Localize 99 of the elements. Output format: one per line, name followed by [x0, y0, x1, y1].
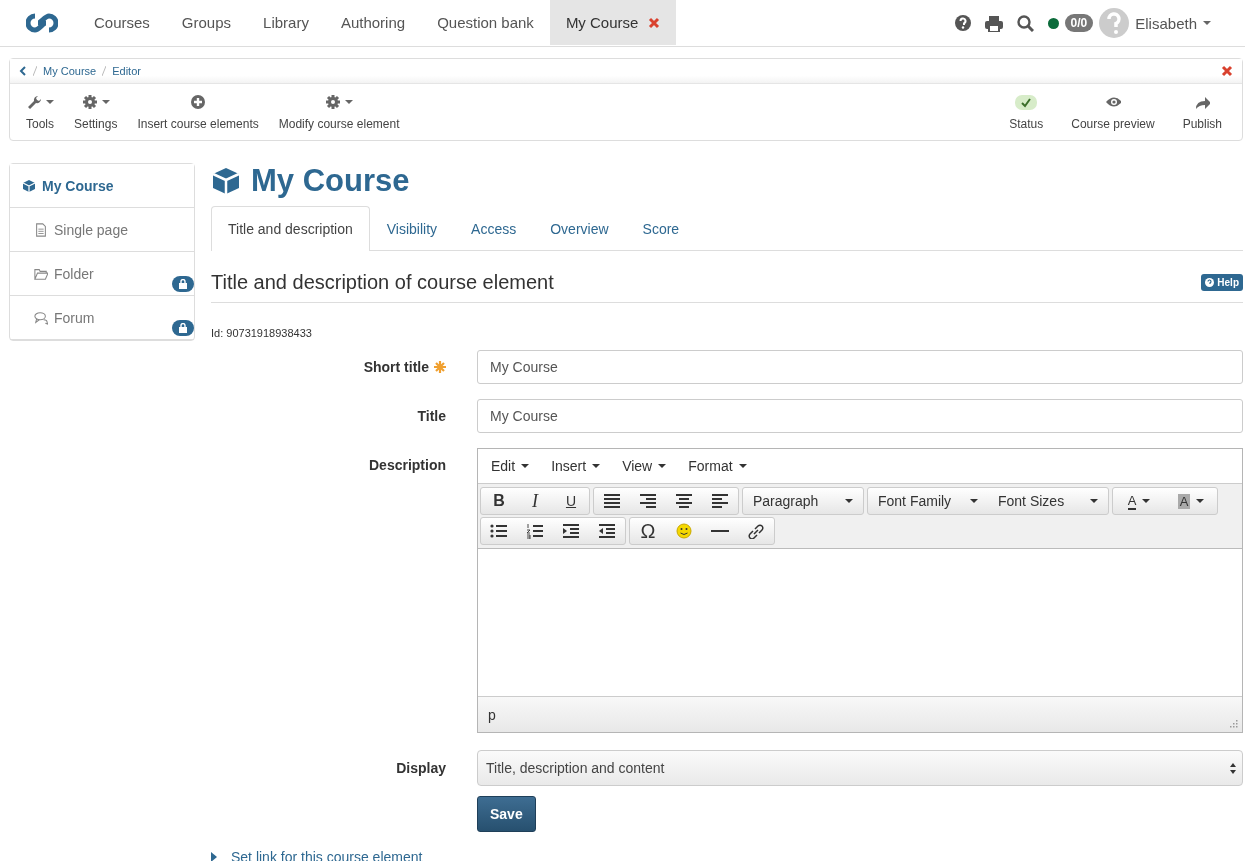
caret-icon — [1203, 21, 1211, 25]
check-icon — [1015, 94, 1038, 110]
omega-button[interactable]: Ω — [630, 518, 666, 544]
tab[interactable]: Overview — [533, 206, 626, 250]
logo-icon — [26, 11, 58, 35]
caret-icon — [592, 464, 601, 468]
dropdown-button[interactable]: Font Sizes — [988, 488, 1108, 514]
menu-button[interactable]: View — [622, 458, 667, 474]
page-icon — [34, 222, 48, 237]
tab[interactable]: Access — [454, 206, 534, 250]
select-field[interactable]: Title, description and content — [477, 750, 1243, 786]
link-icon — [747, 523, 765, 539]
align-center-icon — [675, 493, 693, 509]
printer-icon — [984, 14, 1003, 32]
toolbar-button[interactable]: Publish — [1168, 93, 1236, 131]
nav-tab[interactable]: Authoring — [324, 0, 422, 45]
underline-button[interactable]: U — [553, 488, 589, 514]
user-menu[interactable]: Elisabeth — [1099, 8, 1211, 38]
background-color-button[interactable]: A — [1165, 488, 1217, 514]
tree-item[interactable]: Single page — [10, 208, 194, 252]
menu-button[interactable]: Insert — [551, 458, 601, 474]
caret-icon — [521, 464, 530, 468]
align-justify-icon — [603, 493, 621, 509]
text-field[interactable]: My Course — [477, 350, 1243, 384]
tab[interactable]: Score — [625, 206, 697, 250]
save-button[interactable]: Save — [477, 796, 536, 832]
numbered-list-icon — [526, 523, 544, 539]
nav-tab[interactable]: Groups — [165, 0, 248, 45]
align-right-icon — [639, 493, 657, 509]
field-label: Description — [369, 457, 446, 473]
toolbar-button[interactable]: Settings — [64, 93, 128, 131]
indent-icon — [562, 523, 580, 539]
close-icon — [1221, 65, 1233, 77]
toolbar-button[interactable]: Course preview — [1057, 93, 1169, 131]
dropdown-button[interactable]: Font Family — [868, 488, 988, 514]
caret-icon — [1142, 499, 1151, 503]
nav-tab[interactable]: Library — [247, 0, 325, 45]
element-id: Id: 90731918938433 — [211, 327, 313, 341]
toolbar-button[interactable]: Modify course element — [268, 93, 410, 131]
wrench-icon — [26, 94, 42, 110]
outdent-icon — [598, 523, 616, 539]
toolbar-button[interactable]: Insert course elements — [127, 93, 269, 131]
caret-icon — [738, 464, 747, 468]
bold-button[interactable]: B — [481, 488, 517, 514]
caret-icon — [658, 464, 667, 468]
gear-icon — [325, 94, 342, 110]
caret-icon — [970, 499, 978, 503]
tab[interactable]: Title and description — [211, 206, 370, 251]
align-left-icon — [711, 493, 729, 509]
element-path: p — [488, 706, 496, 723]
help-icon — [1205, 278, 1215, 287]
search-icon — [1016, 14, 1034, 32]
smiley-icon — [675, 523, 693, 539]
plus-circle-icon — [190, 94, 207, 110]
caret-icon — [1090, 499, 1098, 503]
lock-icon — [179, 323, 187, 333]
back-icon — [19, 66, 27, 76]
page-heading: My Course — [251, 163, 410, 199]
comments-icon — [34, 310, 48, 325]
gear-icon — [81, 94, 98, 110]
field-label: Display — [396, 760, 446, 776]
help-icon — [954, 15, 971, 31]
italic-button[interactable]: I — [517, 488, 553, 514]
toolbar-button[interactable]: Tools — [16, 93, 64, 131]
separator-icon — [33, 66, 37, 76]
updown-icon — [1230, 762, 1236, 774]
nav-tab[interactable]: My Course — [549, 0, 677, 45]
text-field[interactable]: My Course — [477, 399, 1243, 433]
tree-item[interactable]: Forum — [10, 296, 194, 340]
breadcrumb-link[interactable]: Editor — [112, 65, 141, 77]
bullet-list-icon — [490, 523, 508, 539]
separator-icon — [102, 66, 107, 76]
field-label: Title — [417, 408, 446, 424]
toolbar-button[interactable]: Status — [995, 93, 1058, 131]
resize-grip-icon — [1230, 720, 1238, 728]
folder-icon — [34, 266, 48, 281]
menu-button[interactable]: Edit — [491, 458, 530, 474]
tab[interactable]: Visibility — [369, 206, 455, 250]
field-label: Short title — [363, 359, 429, 375]
lock-icon — [179, 279, 187, 289]
share-icon — [1194, 94, 1211, 110]
tree-item[interactable]: My Course — [10, 164, 194, 208]
breadcrumb-link[interactable]: My Course — [43, 65, 97, 77]
caret-icon — [1196, 499, 1205, 503]
text-color-button[interactable]: A — [1113, 488, 1165, 514]
nav-tab[interactable]: Courses — [78, 0, 166, 45]
avatar-icon — [1099, 8, 1130, 38]
help-button[interactable]: Help — [1201, 274, 1243, 291]
expand-icon — [211, 852, 217, 861]
tree-item[interactable]: Folder — [10, 252, 194, 296]
count-badge: 0/0 — [1064, 14, 1094, 32]
cube-icon — [211, 167, 241, 195]
cube-icon — [22, 178, 36, 193]
nav-tab[interactable]: Question bank — [421, 0, 550, 45]
caret-icon — [845, 499, 853, 503]
menu-button[interactable]: Format — [688, 458, 747, 474]
section-title: Title and description of course element — [211, 271, 554, 294]
dropdown-button[interactable]: Paragraph — [743, 488, 863, 514]
horizontal-rule-icon — [711, 530, 729, 532]
